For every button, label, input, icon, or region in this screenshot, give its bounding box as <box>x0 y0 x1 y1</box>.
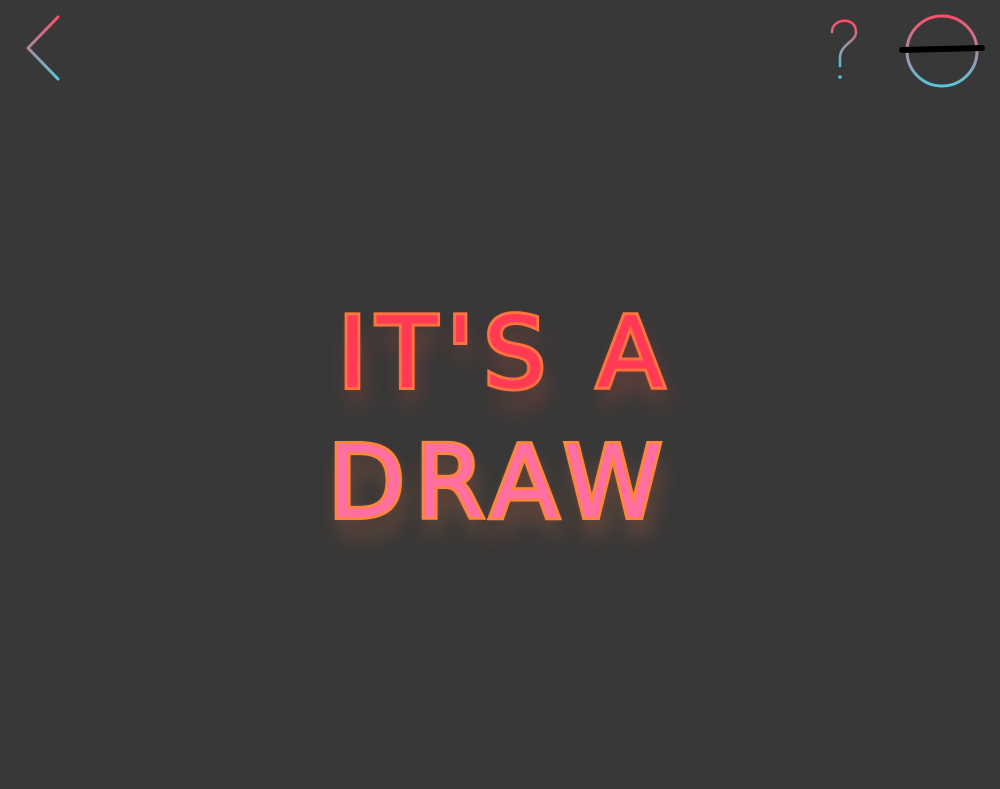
result-message: IT'S A DRAW <box>0 297 1000 541</box>
chevron-left-icon <box>26 15 60 81</box>
mode-toggle-button[interactable] <box>896 10 988 92</box>
back-button[interactable] <box>20 12 70 84</box>
help-button[interactable] <box>820 14 866 84</box>
game-result-screen: IT'S A DRAW <box>0 0 1000 789</box>
question-mark-icon <box>830 19 858 79</box>
result-line-1: IT'S A <box>335 297 675 411</box>
circle-minus-icon <box>899 14 985 88</box>
result-line-2: DRAW <box>325 424 673 541</box>
